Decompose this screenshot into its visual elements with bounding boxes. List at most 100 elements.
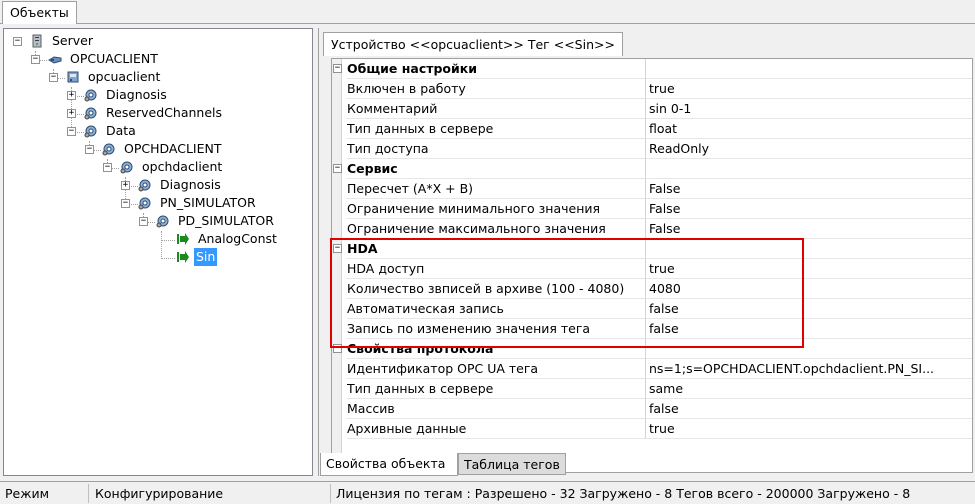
collapse-toggle[interactable]: − (103, 163, 112, 172)
property-value[interactable]: true (645, 259, 972, 279)
property-grid[interactable]: − Общие настройки Включен в работу true Комм… (331, 58, 973, 473)
property-row[interactable]: Массив false (332, 399, 972, 419)
category-collapse-toggle[interactable]: − (333, 164, 342, 173)
tree-node-diagnosis-2[interactable]: + Diagnosis (4, 176, 304, 194)
property-category-row[interactable]: − Общие настройки (332, 59, 972, 79)
property-category-row[interactable]: − Сервис (332, 159, 972, 179)
folder-gear-icon (84, 124, 98, 138)
tree-node-label: Diagnosis (160, 177, 221, 192)
property-category-row[interactable]: − HDA (332, 239, 972, 259)
collapse-toggle[interactable]: − (67, 127, 76, 136)
collapse-toggle[interactable]: − (85, 145, 94, 154)
collapse-toggle[interactable]: − (13, 37, 22, 46)
property-row[interactable]: HDA доступ true (332, 259, 972, 279)
folder-gear-icon (102, 142, 116, 156)
tab-tag-table[interactable]: Таблица тегов (458, 453, 566, 475)
tree-node-opchdaclient[interactable]: − opchdaclient (4, 158, 304, 176)
property-value[interactable]: 4080 (645, 279, 972, 299)
property-name: Архивные данные (347, 419, 645, 439)
server-icon (30, 34, 44, 48)
property-row[interactable]: Ограничение минимального значения False (332, 199, 972, 219)
collapse-toggle[interactable]: − (121, 199, 130, 208)
property-name: Ограничение максимального значения (347, 219, 645, 239)
tree-node-label: PD_SIMULATOR (178, 213, 274, 228)
collapse-toggle[interactable]: − (139, 217, 148, 226)
tab-objects[interactable]: Объекты (2, 1, 77, 24)
tree-node-pd-simulator[interactable]: − PD_SIMULATOR (4, 212, 304, 230)
category-collapse-toggle[interactable]: − (333, 64, 342, 73)
tree-node-label: opchdaclient (142, 159, 223, 174)
property-value[interactable]: False (645, 179, 972, 199)
property-value[interactable]: true (645, 79, 972, 99)
tab-device-tag[interactable]: Устройство <<opcuaclient>> Тег <<Sin>> (323, 32, 623, 56)
property-row[interactable]: Тип доступа ReadOnly (332, 139, 972, 159)
property-value[interactable]: ns=1;s=OPCHDACLIENT.opchdaclient.PN_SI..… (645, 359, 972, 379)
property-name: Тип данных в сервере (347, 119, 645, 139)
folder-gear-icon (84, 88, 98, 102)
property-value[interactable]: false (645, 399, 972, 419)
property-row[interactable]: Тип данных в сервере float (332, 119, 972, 139)
expand-toggle[interactable]: + (121, 181, 130, 190)
tree-node-opcuaclient-device[interactable]: − opcuaclient (4, 68, 304, 86)
property-value[interactable]: float (645, 119, 972, 139)
tab-object-properties[interactable]: Свойства объекта (320, 453, 458, 476)
tree-node-analogconst[interactable]: AnalogConst (4, 230, 304, 248)
property-row[interactable]: Автоматическая запись false (332, 299, 972, 319)
property-value[interactable]: false (645, 319, 972, 339)
tag-arrow-icon (176, 250, 190, 264)
category-collapse-toggle[interactable]: − (333, 244, 342, 253)
tree-node-pn-simulator[interactable]: − PN_SIMULATOR (4, 194, 304, 212)
property-value[interactable]: False (645, 199, 972, 219)
status-separator (330, 484, 331, 503)
status-license: Лицензия по тегам : Разрешено - 32 Загру… (336, 486, 911, 501)
collapse-toggle[interactable]: − (49, 73, 58, 82)
property-name: Количество звписей в архиве (100 - 4080) (347, 279, 645, 299)
device-icon (66, 70, 80, 84)
category-name: HDA (347, 239, 645, 259)
category-name: Общие настройки (347, 59, 645, 79)
status-mode-label: Режим (5, 486, 50, 501)
tree-node-label: AnalogConst (198, 231, 277, 246)
collapse-toggle[interactable]: − (31, 55, 40, 64)
property-name: Ограничение минимального значения (347, 199, 645, 219)
property-row[interactable]: Включен в работу true (332, 79, 972, 99)
folder-gear-icon (120, 160, 134, 174)
property-row[interactable]: Тип данных в сервере same (332, 379, 972, 399)
property-value[interactable]: ReadOnly (645, 139, 972, 159)
tree-node-data[interactable]: − Data (4, 122, 304, 140)
category-name: Сервис (347, 159, 645, 179)
tree-node-sin[interactable]: Sin (4, 248, 304, 266)
tree-node-server[interactable]: − Server (4, 32, 304, 50)
tree-node-opcuaclient-driver[interactable]: − OPCUACLIENT (4, 50, 304, 68)
tree-node-label: opcuaclient (88, 69, 161, 84)
tree-node-reserved-channels[interactable]: + ReservedChannels (4, 104, 304, 122)
property-name: Запись по изменению значения тега (347, 319, 645, 339)
property-value[interactable]: true (645, 419, 972, 439)
property-name: Тип доступа (347, 139, 645, 159)
property-category-row[interactable]: − Свойства протокола (332, 339, 972, 359)
expand-toggle[interactable]: + (67, 109, 76, 118)
property-value[interactable]: sin 0-1 (645, 99, 972, 119)
property-value[interactable]: false (645, 299, 972, 319)
property-row[interactable]: Количество звписей в архиве (100 - 4080)… (332, 279, 972, 299)
properties-panel: Устройство <<opcuaclient>> Тег <<Sin>> −… (318, 28, 975, 476)
tree-node-diagnosis[interactable]: + Diagnosis (4, 86, 304, 104)
expand-toggle[interactable]: + (67, 91, 76, 100)
property-value (645, 239, 972, 259)
tree-node-label-selected: Sin (194, 248, 218, 266)
tree-node-opchdaclient-group[interactable]: − OPCHDACLIENT (4, 140, 304, 158)
tree-node-label: ReservedChannels (106, 105, 223, 120)
property-row[interactable]: Ограничение максимального значения False (332, 219, 972, 239)
object-tree[interactable]: − Server − OPCUACLIENT − opcuaclient + D… (3, 28, 313, 476)
category-collapse-toggle[interactable]: − (333, 344, 342, 353)
tree-node-label: Data (106, 123, 136, 138)
property-row[interactable]: Архивные данные true (332, 419, 972, 439)
property-name: Массив (347, 399, 645, 419)
property-value[interactable]: same (645, 379, 972, 399)
property-value[interactable]: False (645, 219, 972, 239)
folder-gear-icon (138, 196, 152, 210)
property-row[interactable]: Идентификатор OPC UA тега ns=1;s=OPCHDACL… (332, 359, 972, 379)
property-row[interactable]: Комментарий sin 0-1 (332, 99, 972, 119)
property-row[interactable]: Пересчет (A*X + B) False (332, 179, 972, 199)
property-row[interactable]: Запись по изменению значения тега false (332, 319, 972, 339)
